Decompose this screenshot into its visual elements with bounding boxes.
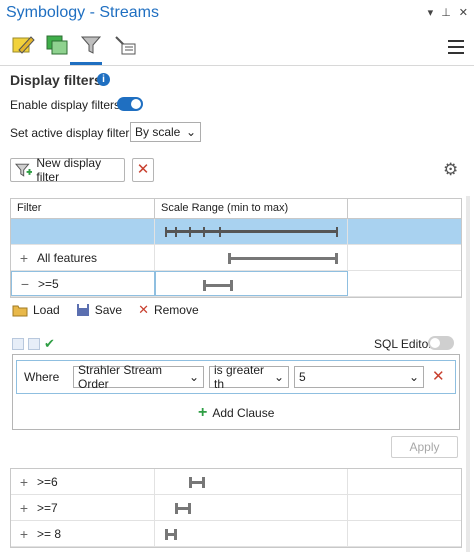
scale-range-bar[interactable] (189, 477, 205, 488)
hamburger-menu-icon[interactable] (448, 40, 464, 58)
symbology-tabs (10, 32, 138, 58)
section-heading: Display filters (10, 72, 102, 88)
plus-icon: + (198, 404, 208, 421)
filter-actions: Load Save ✕ Remove (12, 302, 199, 318)
enable-filters-label: Enable display filters (10, 98, 121, 112)
new-display-filter-label: New display filter (36, 156, 102, 184)
table-header: Filter Scale Range (min to max) (11, 199, 461, 219)
new-display-filter-button[interactable]: New display filter (10, 156, 125, 184)
primary-symbology-tab[interactable] (10, 32, 36, 58)
filter-name: >=6 (37, 474, 58, 489)
delete-filter-button[interactable]: ✕ (132, 158, 154, 182)
collapse-icon[interactable]: − (20, 276, 30, 292)
expand-icon[interactable]: + (19, 500, 29, 516)
chevron-down-icon: ⌄ (408, 370, 419, 384)
operator-select[interactable]: is greater th ⌄ (209, 363, 289, 391)
table-row[interactable]: − >=5 (11, 271, 461, 297)
pin-icon[interactable]: ⊥ (441, 6, 451, 19)
divider (0, 65, 474, 66)
scrollbar[interactable] (466, 196, 470, 552)
brush-list-icon (115, 36, 136, 55)
field-value: Strahler Stream Order (78, 363, 163, 391)
remove-icon: ✕ (138, 302, 149, 317)
folder-icon (12, 305, 28, 317)
save-button[interactable]: Save (76, 303, 122, 317)
title-tools: ▾ ⊥ ✕ (428, 6, 468, 19)
field-select[interactable]: Strahler Stream Order ⌄ (73, 363, 204, 391)
filter-icon (80, 36, 102, 54)
filters-table: Filter Scale Range (min to max) + All fea… (10, 198, 462, 298)
scale-range-bar[interactable] (228, 253, 338, 264)
layers-icon (46, 35, 68, 55)
column-header-scale-range: Scale Range (min to max) (155, 199, 348, 218)
sql-editor-label: SQL Editor (374, 337, 433, 351)
where-label: Where (24, 370, 60, 384)
chevron-down-icon: ⌄ (188, 370, 199, 384)
load-label: Load (33, 303, 60, 317)
remove-label: Remove (153, 303, 199, 317)
filters-table-continued: + >=6 + >=7 + >= 8 (10, 468, 462, 548)
table-row[interactable]: + >=7 (11, 495, 461, 521)
filter-name: >=7 (37, 500, 58, 515)
close-icon[interactable]: ✕ (459, 6, 468, 19)
apply-button[interactable]: Apply (391, 436, 458, 458)
clause-value: 5 (299, 370, 306, 384)
remove-clause-icon[interactable]: ✕ (432, 367, 445, 385)
query-tools: ✔ (12, 336, 55, 352)
value-combobox[interactable]: 5 ⌄ (294, 366, 424, 388)
add-group-icon[interactable] (12, 338, 24, 350)
display-filters-tab[interactable] (78, 32, 104, 58)
filter-name: >=5 (38, 276, 59, 291)
scale-range-bar[interactable] (203, 280, 233, 291)
options-dropdown-icon[interactable]: ▾ (428, 6, 434, 19)
filter-add-icon (15, 163, 33, 177)
gear-icon[interactable]: ⚙ (443, 160, 458, 180)
active-filter-label: Set active display filter: (10, 126, 133, 140)
table-row[interactable]: + >= 8 (11, 521, 461, 547)
scale-slider-row[interactable] (11, 219, 461, 245)
add-clause-button[interactable]: + Add Clause (198, 404, 274, 422)
info-icon[interactable]: i (97, 73, 110, 86)
enable-filters-toggle[interactable] (117, 97, 143, 111)
scale-range-bar[interactable] (175, 503, 191, 514)
save-icon (76, 304, 89, 316)
chevron-down-icon: ⌄ (273, 370, 284, 384)
sql-editor-toggle[interactable] (428, 336, 454, 350)
remove-group-icon[interactable] (28, 338, 40, 350)
filter-name: >= 8 (37, 526, 62, 541)
add-clause-label: Add Clause (212, 406, 275, 420)
expand-icon[interactable]: + (19, 526, 29, 542)
window-title: Symbology - Streams (6, 4, 159, 21)
table-row[interactable]: + >=6 (11, 469, 461, 495)
table-row[interactable]: + All features (11, 245, 461, 271)
active-filter-select[interactable]: By scale ⌄ (130, 122, 201, 142)
scale-range-bar[interactable] (165, 529, 177, 540)
expand-icon[interactable]: + (19, 474, 29, 490)
operator-value: is greater th (214, 363, 265, 391)
active-filter-value: By scale (135, 125, 181, 139)
vary-by-attribute-tab[interactable] (112, 32, 138, 58)
pencil-icon (12, 36, 35, 54)
scale-range-slider[interactable] (155, 219, 348, 244)
chevron-down-icon: ⌄ (185, 125, 196, 139)
filter-name: All features (37, 250, 98, 265)
remove-button[interactable]: ✕ Remove (138, 302, 199, 318)
symbol-layers-tab[interactable] (44, 32, 70, 58)
load-button[interactable]: Load (12, 303, 60, 317)
expand-icon[interactable]: + (19, 250, 29, 266)
save-label: Save (94, 303, 123, 317)
column-header-filter: Filter (11, 199, 155, 218)
verify-checkmark-icon[interactable]: ✔ (44, 336, 55, 352)
